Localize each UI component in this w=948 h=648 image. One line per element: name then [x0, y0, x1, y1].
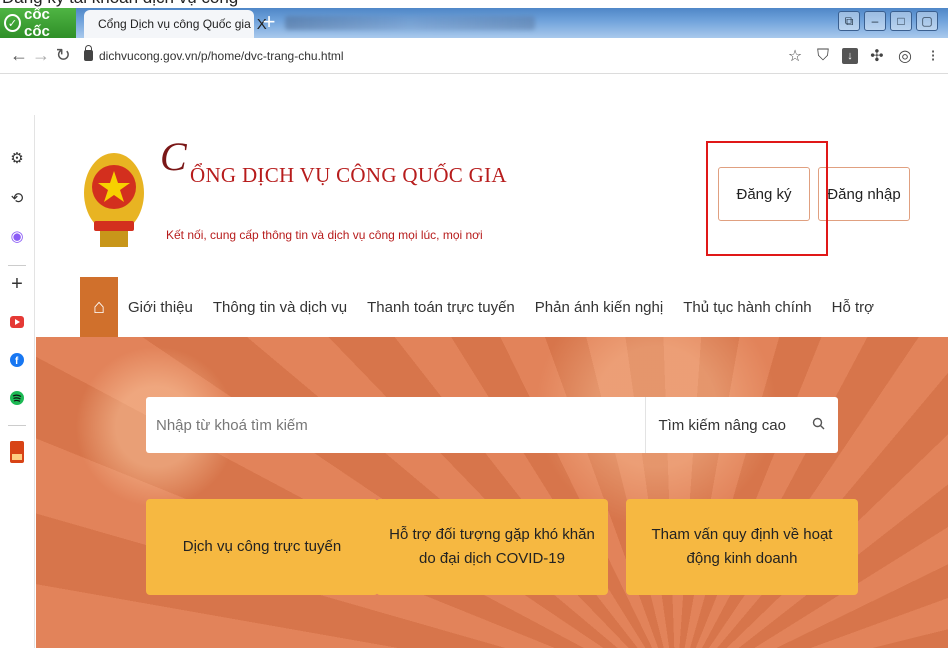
covid-support-card[interactable]: Hỗ trợ đối tượng gặp khó khăn do đại dịc…: [376, 499, 608, 595]
highlight-box: [706, 141, 828, 256]
main-menu: ⌂ Giới thiệu Thông tin và dịch vụ Thanh …: [80, 277, 948, 337]
browser-logo[interactable]: ✓ cốc cốc: [0, 6, 76, 40]
national-emblem-icon: [84, 153, 144, 247]
advanced-search-button[interactable]: Tìm kiếm nâng cao: [645, 397, 798, 453]
youtube-icon[interactable]: [8, 313, 26, 331]
menu-icon[interactable]: ⁝: [924, 46, 942, 66]
maximize-icon[interactable]: ▢: [916, 11, 938, 31]
new-tab-button[interactable]: +: [258, 11, 280, 34]
tab-strip: ✓ cốc cốc Cổng Dịch vụ công Quốc gia X +…: [0, 6, 948, 40]
lock-icon: [84, 45, 93, 61]
facebook-icon[interactable]: f: [8, 351, 26, 369]
download-icon[interactable]: ↓: [842, 48, 858, 64]
window-controls: ⧉ – □ ▢: [838, 11, 938, 33]
promo-icon[interactable]: [8, 441, 26, 463]
login-button[interactable]: Đăng nhập: [818, 167, 910, 221]
coccoc-logo-icon: ✓: [4, 14, 22, 32]
menu-item-online-payment[interactable]: Thanh toán trực tuyến: [357, 299, 525, 316]
menu-item-support[interactable]: Hỗ trợ: [822, 299, 884, 316]
back-arrow-icon[interactable]: ←: [8, 45, 30, 66]
minimize-icon[interactable]: –: [864, 11, 886, 31]
sidebar-divider: [8, 265, 26, 266]
url-field[interactable]: dichvucong.gov.vn/p/home/dvc-trang-chu.h…: [84, 45, 344, 63]
tab-title: Cổng Dịch vụ công Quốc gia: [98, 17, 251, 31]
search-icon[interactable]: [798, 417, 838, 434]
menu-item-info-services[interactable]: Thông tin và dịch vụ: [203, 299, 357, 316]
messenger-icon[interactable]: ◉: [8, 227, 26, 245]
address-bar: ← → ↻ dichvucong.gov.vn/p/home/dvc-trang…: [0, 38, 948, 74]
settings-gear-icon[interactable]: ⚙: [8, 149, 26, 167]
forward-arrow-icon[interactable]: →: [30, 45, 52, 66]
search-bar: Nhập từ khoá tìm kiếm Tìm kiếm nâng cao: [146, 397, 838, 453]
extensions-icon[interactable]: ✣: [868, 46, 886, 66]
site-title-initial: C: [160, 134, 187, 179]
spotify-icon[interactable]: [8, 389, 26, 407]
online-services-card[interactable]: Dịch vụ công trực tuyến: [146, 499, 378, 595]
site-title-text: ỔNG DỊCH VỤ CÔNG QUỐC GIA: [190, 163, 507, 187]
history-icon[interactable]: ⟲: [8, 189, 26, 207]
profile-icon[interactable]: ◎: [896, 46, 914, 66]
toolbar-icons: ☆ ⛉ ↓ ✣ ◎ ⁝: [786, 38, 948, 74]
url-text: dichvucong.gov.vn/p/home/dvc-trang-chu.h…: [99, 48, 344, 63]
bookmark-star-icon[interactable]: ☆: [786, 46, 804, 66]
browser-name: cốc cốc: [24, 6, 50, 40]
menu-item-procedures[interactable]: Thủ tục hành chính: [673, 299, 821, 316]
business-regulation-card[interactable]: Tham vấn quy định về hoạt động kinh doan…: [626, 499, 858, 595]
menu-item-feedback[interactable]: Phản ánh kiến nghị: [525, 299, 673, 316]
reload-icon[interactable]: ↻: [52, 45, 74, 66]
site-title[interactable]: C ỔNG DỊCH VỤ CÔNG QUỐC GIA: [160, 134, 507, 188]
menu-item-intro[interactable]: Giới thiệu: [118, 299, 203, 316]
add-icon[interactable]: +: [8, 273, 26, 295]
search-input[interactable]: Nhập từ khoá tìm kiếm: [146, 417, 645, 434]
web-page: C ỔNG DỊCH VỤ CÔNG QUỐC GIA Kết nối, cun…: [36, 115, 948, 648]
site-subtitle: Kết nối, cung cấp thông tin và dịch vụ c…: [166, 228, 483, 242]
reading-mode-icon[interactable]: ⧉: [838, 11, 860, 31]
top-caption: Đăng ký tài khoản dịch vụ công: [0, 0, 948, 8]
site-header: C ỔNG DỊCH VỤ CÔNG QUỐC GIA Kết nối, cun…: [36, 115, 948, 337]
home-icon[interactable]: ⌂: [80, 277, 118, 337]
browser-tab-active[interactable]: Cổng Dịch vụ công Quốc gia X: [84, 10, 267, 38]
hero-banner: Nhập từ khoá tìm kiếm Tìm kiếm nâng cao …: [36, 337, 948, 648]
restore-icon[interactable]: □: [890, 11, 912, 31]
sidebar-divider: [8, 425, 26, 426]
browser-sidebar: ⚙ ⟲ ◉ + f: [0, 115, 35, 648]
blurred-tabs: [285, 16, 535, 30]
shield-icon[interactable]: ⛉: [814, 47, 832, 65]
